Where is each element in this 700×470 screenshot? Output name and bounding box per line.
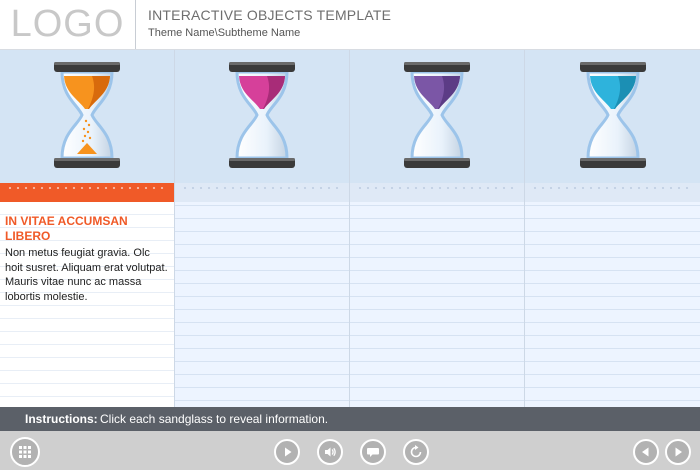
replay-icon	[410, 445, 422, 458]
sandglass-button-2[interactable]	[175, 50, 349, 183]
replay-button[interactable]	[403, 439, 429, 465]
sandglass-icon-2[interactable]	[227, 59, 297, 171]
next-button[interactable]	[665, 439, 691, 465]
column-1: IN VITAE ACCUMSAN LIBERO Non metus feugi…	[0, 50, 175, 407]
menu-icon	[19, 446, 31, 458]
dot-divider	[6, 187, 168, 189]
sandglass-columns: IN VITAE ACCUMSAN LIBERO Non metus feugi…	[0, 50, 700, 407]
info-title: IN VITAE ACCUMSAN LIBERO	[5, 214, 128, 243]
dot-divider	[356, 187, 518, 189]
column-2	[175, 50, 350, 407]
column-header-strip	[525, 183, 700, 202]
column-header-strip	[175, 183, 349, 202]
column-header-strip	[0, 183, 174, 202]
header: LOGO INTERACTIVE OBJECTS TEMPLATE Theme …	[0, 0, 700, 50]
caption-button[interactable]	[360, 439, 386, 465]
player-controls	[0, 431, 700, 470]
column-4	[525, 50, 700, 407]
instructions-label: Instructions:	[25, 412, 98, 426]
page-title: INTERACTIVE OBJECTS TEMPLATE	[148, 7, 392, 23]
volume-button[interactable]	[317, 439, 343, 465]
previous-button[interactable]	[633, 439, 659, 465]
volume-icon	[325, 447, 336, 457]
sandglass-button-3[interactable]	[350, 50, 524, 183]
dot-divider	[181, 187, 343, 189]
caption-icon	[367, 448, 379, 457]
dot-divider	[531, 187, 694, 189]
instructions-text: Click each sandglass to reveal informati…	[100, 412, 329, 426]
page-subtitle: Theme Name\Subtheme Name	[148, 27, 301, 39]
sandglass-button-4[interactable]	[525, 50, 700, 183]
column-header-strip	[350, 183, 524, 202]
next-icon	[675, 447, 682, 457]
info-text: Non metus feugiat gravia. Olc hoit susre…	[5, 247, 168, 303]
logo: LOGO	[0, 0, 136, 49]
play-icon	[285, 447, 292, 457]
sandglass-icon-1[interactable]	[52, 59, 122, 171]
instructions-bar: Instructions: Click each sandglass to re…	[0, 407, 700, 431]
play-button[interactable]	[274, 439, 300, 465]
previous-icon	[642, 447, 649, 457]
sandglass-icon-4[interactable]	[578, 59, 648, 171]
sandglass-icon-3[interactable]	[402, 59, 472, 171]
sandglass-button-1[interactable]	[0, 50, 174, 183]
column-3	[350, 50, 525, 407]
menu-button[interactable]	[10, 437, 40, 467]
